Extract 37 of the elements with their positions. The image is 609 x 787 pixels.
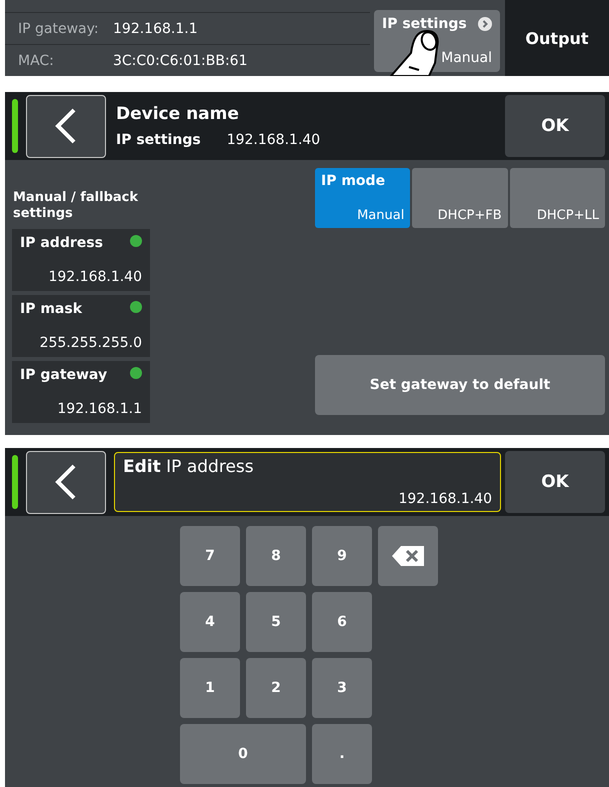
section-title: Manual / fallback settings xyxy=(13,190,140,222)
status-bar-indicator xyxy=(12,99,18,153)
back-button[interactable] xyxy=(26,450,106,514)
keypad-key[interactable]: 4 xyxy=(180,592,240,652)
output-button[interactable]: Output xyxy=(505,0,609,76)
row-label: IP gateway: xyxy=(17,20,100,36)
backspace-icon xyxy=(392,546,424,566)
ip-field[interactable]: IP gateway 192.168.1.1 xyxy=(12,361,150,424)
keypad-key[interactable]: 7 xyxy=(180,526,240,586)
ip-mode-option[interactable]: DHCP+LL xyxy=(510,168,605,228)
set-gateway-default-button[interactable]: Set gateway to default xyxy=(315,355,605,416)
back-button[interactable] xyxy=(26,94,106,158)
keypad-key[interactable]: 8 xyxy=(246,526,306,586)
row-label: MAC: xyxy=(17,52,55,68)
ip-mode-option[interactable]: IP mode Manual xyxy=(315,168,410,228)
ip-field[interactable]: IP mask 255.255.255.0 xyxy=(12,295,150,358)
ip-mode-option[interactable]: DHCP+FB xyxy=(412,168,508,228)
keypad-key[interactable]: 3 xyxy=(312,658,372,718)
chevron-circle-icon xyxy=(478,17,492,31)
status-bar-indicator xyxy=(12,455,18,509)
keypad-key[interactable]: 5 xyxy=(246,592,306,652)
device-name-title: Device name xyxy=(116,104,240,124)
keypad-key[interactable]: . xyxy=(312,724,372,784)
backspace-key[interactable] xyxy=(378,526,438,586)
ok-button[interactable]: OK xyxy=(505,451,605,513)
ok-button[interactable]: OK xyxy=(505,95,605,157)
subtitle-label: IP settings xyxy=(116,132,201,148)
subtitle-value: 192.168.1.40 xyxy=(226,132,320,148)
row-value: 3C:C0:C6:01:BB:61 xyxy=(113,52,248,68)
keypad-key[interactable]: 2 xyxy=(246,658,306,718)
keypad-key[interactable]: 6 xyxy=(312,592,372,652)
row-value: 192.168.1.1 xyxy=(113,20,198,36)
keypad-key[interactable]: 1 xyxy=(180,658,240,718)
edit-field[interactable]: Edit IP address 192.168.1.40 xyxy=(114,452,501,512)
keypad-key[interactable]: 0 xyxy=(180,724,306,784)
ip-field[interactable]: IP address 192.168.1.40 xyxy=(12,229,150,292)
keypad-key[interactable]: 9 xyxy=(312,526,372,586)
